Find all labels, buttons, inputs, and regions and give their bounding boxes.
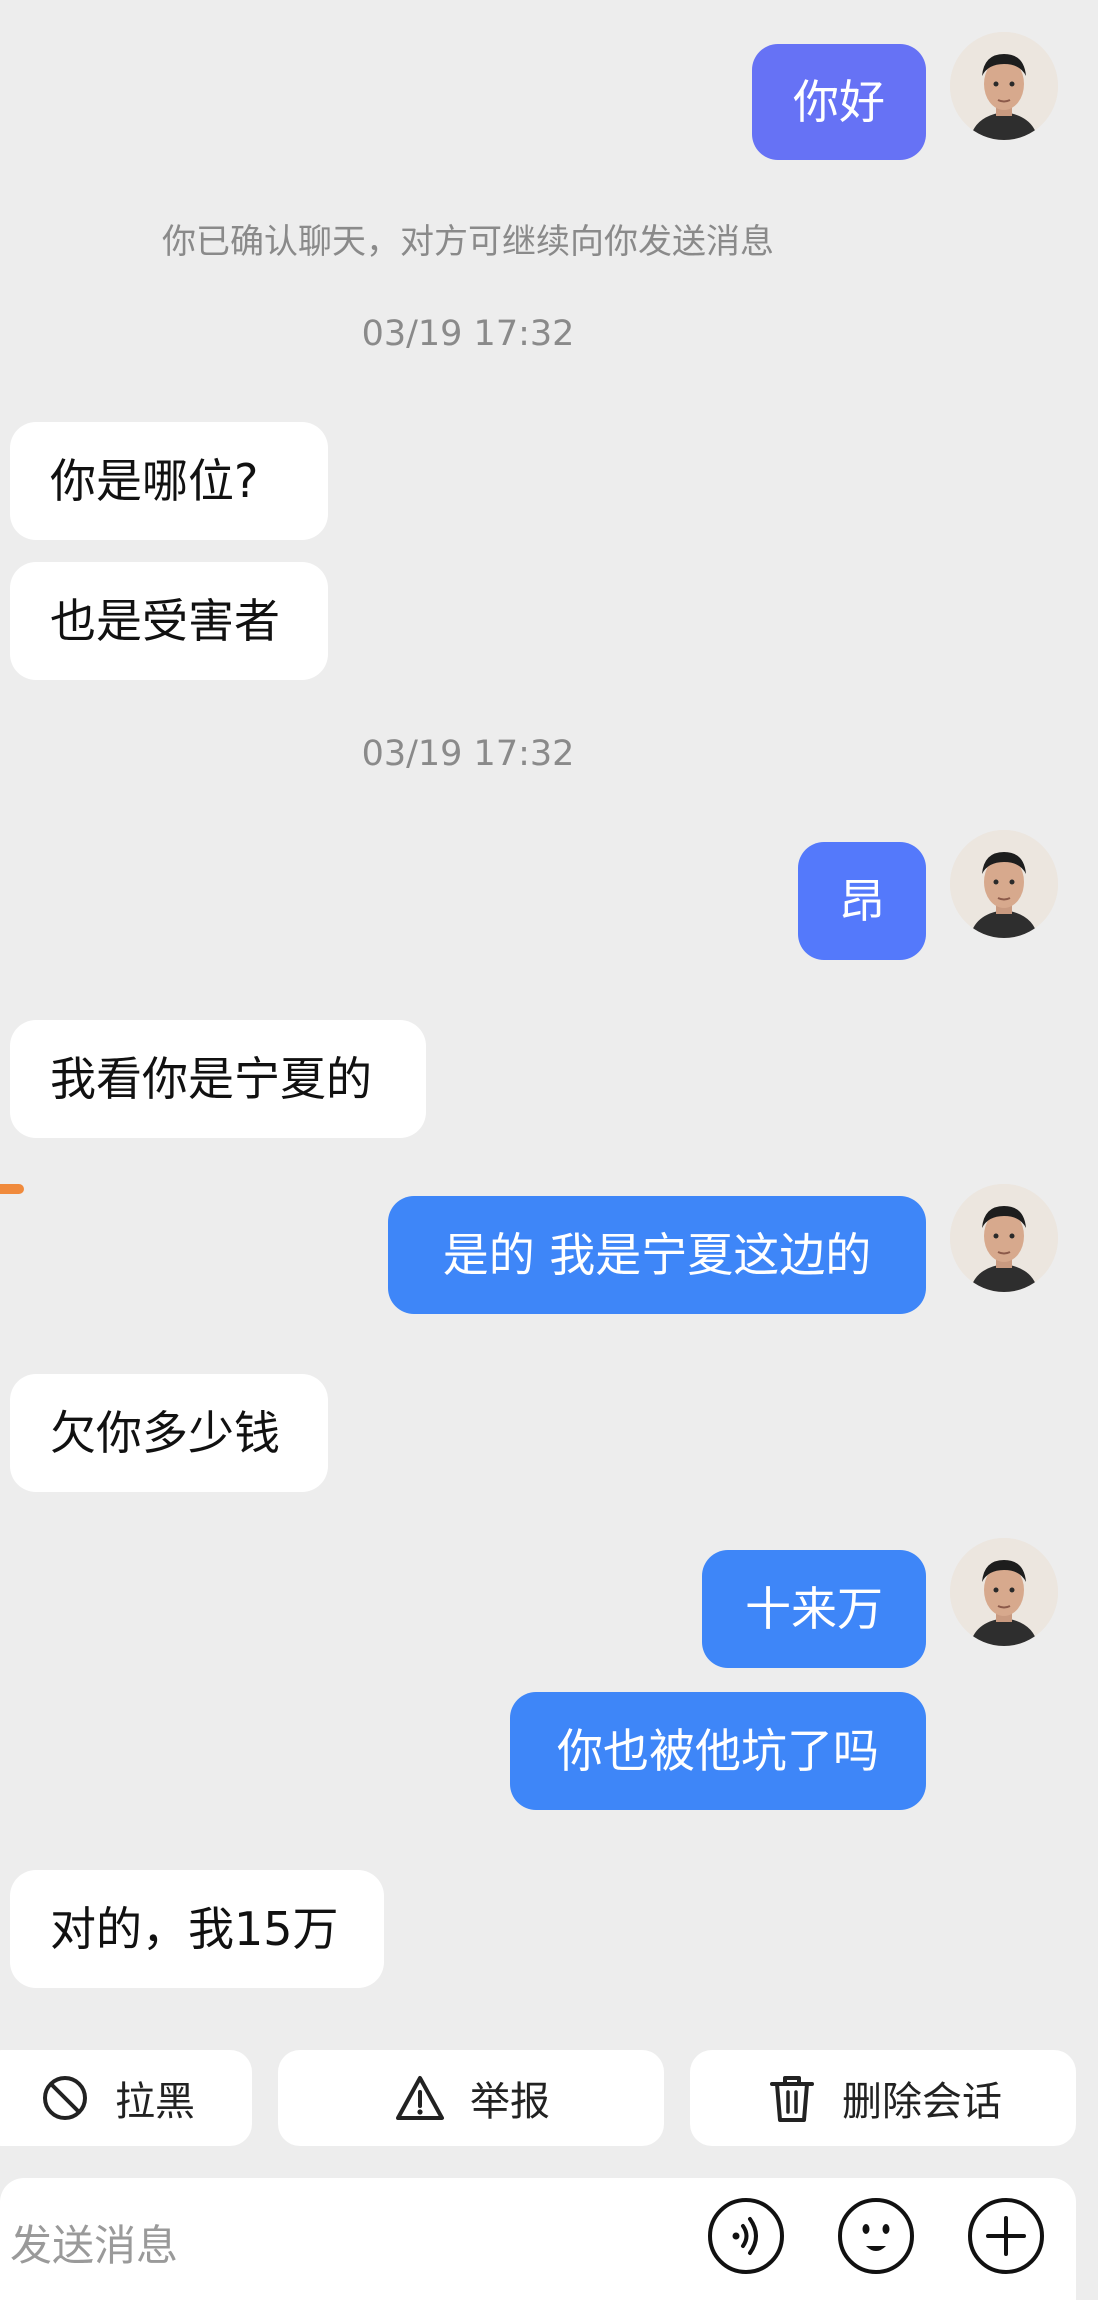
delete-conversation-button[interactable]: 删除会话	[690, 2050, 1076, 2146]
message-bubble-outgoing[interactable]: 是的 我是宁夏这边的	[388, 1196, 926, 1314]
trash-icon	[764, 2070, 820, 2126]
emoji-icon	[836, 2196, 916, 2276]
delete-conversation-label: 删除会话	[842, 2079, 1002, 2125]
message-bubble-outgoing[interactable]: 昂	[798, 842, 926, 960]
block-icon	[37, 2070, 93, 2126]
unread-marker	[0, 1184, 24, 1194]
add-button[interactable]	[966, 2196, 1046, 2276]
avatar[interactable]	[950, 32, 1058, 140]
report-button-label: 举报	[470, 2079, 550, 2125]
report-button[interactable]: 举报	[278, 2050, 664, 2146]
timestamp: 03/19 17:32	[361, 314, 575, 354]
avatar[interactable]	[950, 1184, 1058, 1292]
message-bubble-outgoing[interactable]: 你也被他坑了吗	[510, 1692, 926, 1810]
block-button[interactable]: 拉黑	[0, 2050, 252, 2146]
voice-icon	[706, 2196, 786, 2276]
avatar[interactable]	[950, 830, 1058, 938]
voice-button[interactable]	[706, 2196, 786, 2276]
avatar[interactable]	[950, 1538, 1058, 1646]
timestamp: 03/19 17:32	[361, 734, 575, 774]
message-bubble-incoming[interactable]: 我看你是宁夏的	[10, 1020, 426, 1138]
plus-icon	[966, 2196, 1046, 2276]
message-bubble-outgoing[interactable]: 你好	[752, 44, 926, 160]
message-bubble-outgoing[interactable]: 十来万	[702, 1550, 926, 1668]
message-bubble-incoming[interactable]: 你是哪位?	[10, 422, 328, 540]
message-input[interactable]: 发送消息	[10, 2212, 178, 2273]
system-notice: 你已确认聊天，对方可继续向你发送消息	[162, 222, 774, 262]
warning-icon	[392, 2070, 448, 2126]
emoji-button[interactable]	[836, 2196, 916, 2276]
message-bubble-incoming[interactable]: 也是受害者	[10, 562, 328, 680]
block-button-label: 拉黑	[115, 2079, 195, 2125]
message-bubble-incoming[interactable]: 对的，我15万	[10, 1870, 384, 1988]
message-bubble-incoming[interactable]: 欠你多少钱	[10, 1374, 328, 1492]
